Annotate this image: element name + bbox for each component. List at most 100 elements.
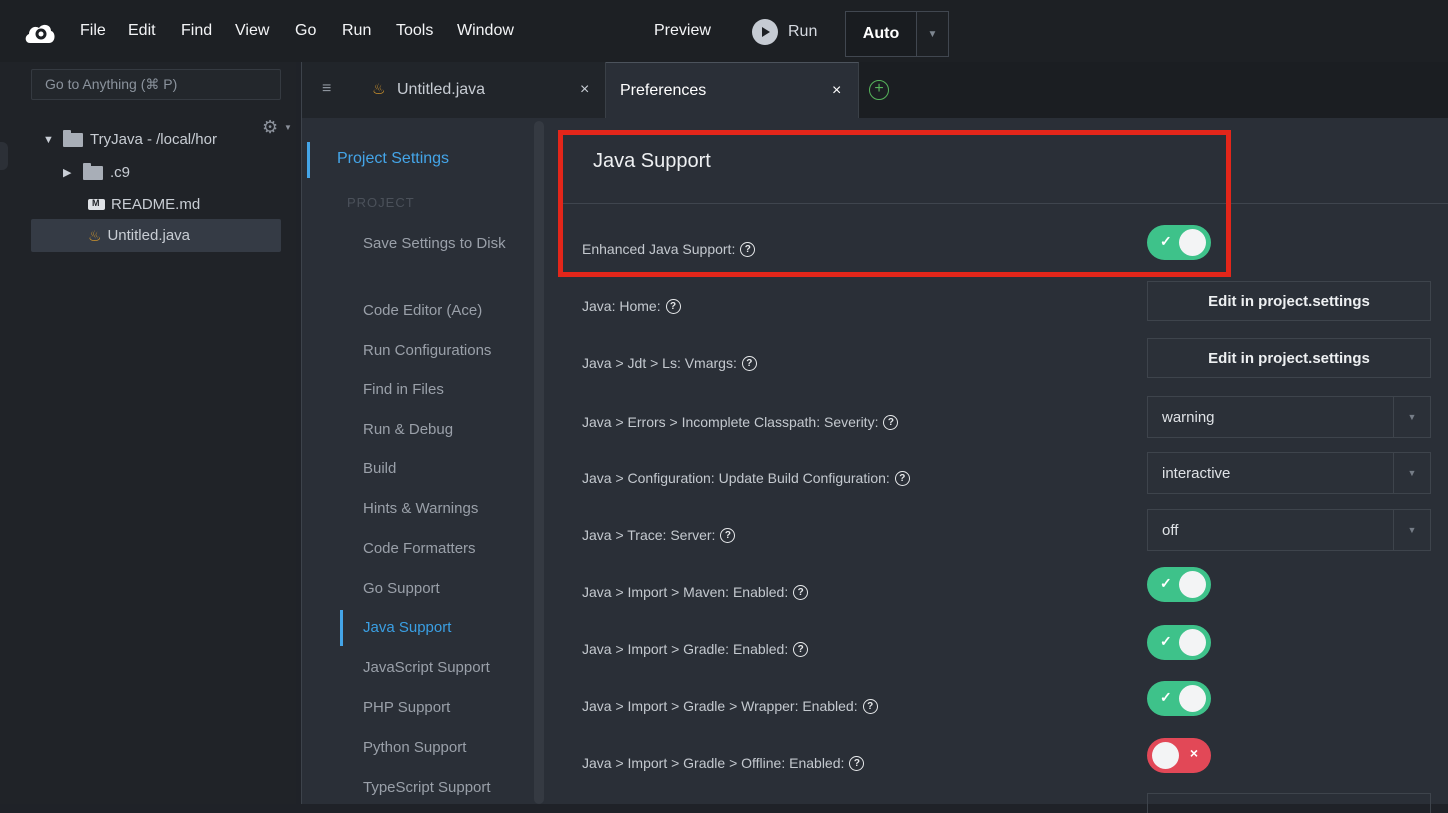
- help-icon[interactable]: ?: [793, 584, 809, 600]
- help-icon[interactable]: ?: [849, 755, 865, 771]
- help-icon[interactable]: ?: [665, 298, 681, 314]
- edit-vmargs-button[interactable]: Edit in project.settings: [1147, 338, 1431, 378]
- menu-bar: File Edit Find View Go Run Tools Window …: [0, 0, 1448, 62]
- nav-item-javascript-support[interactable]: JavaScript Support: [363, 655, 513, 681]
- tree-label: Untitled.java: [107, 227, 190, 244]
- nav-item-java-support[interactable]: Java Support: [363, 615, 513, 641]
- select-value: warning: [1162, 409, 1215, 426]
- menu-edit[interactable]: Edit: [128, 22, 156, 40]
- folder-icon: [83, 162, 103, 180]
- tree-label: README.md: [111, 196, 201, 213]
- nav-item-run-debug[interactable]: Run & Debug: [363, 417, 513, 443]
- tab-untitled-java[interactable]: ≡ ♨ Untitled.java ×: [302, 62, 606, 118]
- run-button[interactable]: Run: [752, 19, 817, 45]
- annotation-highlight-box: [558, 130, 1231, 277]
- nav-item-find-in-files[interactable]: Find in Files: [363, 377, 513, 403]
- tree-item-readme[interactable]: README.md: [88, 188, 200, 221]
- sidebar-toggle-handle[interactable]: [0, 142, 8, 170]
- java-file-icon: ♨: [372, 81, 386, 98]
- trace-server-select[interactable]: off ▼: [1147, 509, 1431, 551]
- nav-item-php-support[interactable]: PHP Support: [363, 695, 513, 721]
- setting-label-trace-server: Java > Trace: Server: ?: [582, 527, 736, 543]
- label-text: Java > Configuration: Update Build Confi…: [582, 470, 890, 486]
- label-text: Java > Import > Gradle > Wrapper: Enable…: [582, 698, 858, 714]
- nav-item-hints-warnings[interactable]: Hints & Warnings: [363, 496, 513, 522]
- label-text: Java > Import > Gradle: Enabled:: [582, 641, 789, 657]
- setting-label-update-build-config: Java > Configuration: Update Build Confi…: [582, 470, 910, 486]
- tree-item-untitled-java[interactable]: ♨ Untitled.java: [31, 219, 281, 252]
- menu-tools[interactable]: Tools: [396, 22, 433, 40]
- setting-label-java-home: Java: Home: ?: [582, 298, 681, 314]
- tab-label: Preferences: [620, 82, 707, 99]
- nav-item-go-support[interactable]: Go Support: [363, 576, 513, 602]
- close-icon[interactable]: ×: [580, 81, 589, 99]
- chevron-right-icon[interactable]: ▶: [63, 166, 83, 179]
- help-icon[interactable]: ?: [883, 414, 899, 430]
- tree-label: TryJava - /local/hor: [90, 131, 217, 148]
- nav-item-code-formatters[interactable]: Code Formatters: [363, 536, 513, 562]
- label-text: Java > Import > Maven: Enabled:: [582, 584, 789, 600]
- tab-label: Untitled.java: [397, 81, 486, 98]
- tab-preferences[interactable]: Preferences ×: [606, 62, 859, 118]
- tree-label: .c9: [110, 164, 131, 181]
- gear-icon[interactable]: ⚙: [262, 117, 278, 138]
- label-text: Java > Import > Gradle > Offline: Enable…: [582, 755, 845, 771]
- nav-item-save-settings[interactable]: Save Settings to Disk: [363, 231, 513, 257]
- close-icon: ×: [1189, 745, 1198, 761]
- setting-label-vmargs: Java > Jdt > Ls: Vmargs: ?: [582, 355, 757, 371]
- nav-item-code-editor[interactable]: Code Editor (Ace): [363, 298, 513, 324]
- toggle-gradle-wrapper[interactable]: ✓: [1147, 681, 1211, 716]
- toggle-gradle-enabled[interactable]: ✓: [1147, 625, 1211, 660]
- chevron-down-icon[interactable]: ▼: [1393, 510, 1430, 550]
- runner-value: Auto: [846, 12, 917, 56]
- file-sidebar: [0, 62, 296, 804]
- help-icon[interactable]: ?: [741, 355, 757, 371]
- check-icon: ✓: [1160, 633, 1172, 649]
- setting-label-classpath-severity: Java > Errors > Incomplete Classpath: Se…: [582, 414, 899, 430]
- go-to-anything-input[interactable]: Go to Anything (⌘ P): [31, 69, 281, 100]
- nav-item-python-support[interactable]: Python Support: [363, 735, 513, 761]
- nav-item-build[interactable]: Build: [363, 456, 513, 482]
- update-build-config-select[interactable]: interactive ▼: [1147, 452, 1431, 494]
- check-icon: ✓: [1160, 689, 1172, 705]
- chevron-down-icon[interactable]: ▼: [43, 134, 63, 146]
- nav-active-indicator: [340, 610, 343, 646]
- chevron-down-icon[interactable]: ▼: [1393, 453, 1430, 493]
- nav-item-typescript-support[interactable]: TypeScript Support: [363, 775, 513, 801]
- toggle-maven-enabled[interactable]: ✓: [1147, 567, 1211, 602]
- chevron-down-icon[interactable]: ▼: [1393, 397, 1430, 437]
- help-icon[interactable]: ?: [894, 470, 910, 486]
- tree-item-c9[interactable]: ▶ .c9: [63, 156, 130, 189]
- tree-item-project[interactable]: ▼ TryJava - /local/hor: [43, 123, 217, 156]
- menu-window[interactable]: Window: [457, 22, 514, 40]
- preview-button[interactable]: Preview: [654, 22, 711, 40]
- menu-icon[interactable]: ≡: [322, 80, 331, 98]
- menu-go[interactable]: Go: [295, 22, 316, 40]
- menu-view[interactable]: View: [235, 22, 269, 40]
- chevron-down-icon[interactable]: ▼: [917, 12, 948, 56]
- menu-find[interactable]: Find: [181, 22, 212, 40]
- toggle-knob: [1179, 629, 1206, 656]
- nav-scrollbar[interactable]: [534, 121, 544, 804]
- toggle-knob: [1152, 742, 1179, 769]
- edit-java-home-button[interactable]: Edit in project.settings: [1147, 281, 1431, 321]
- runner-select[interactable]: Auto ▼: [845, 11, 949, 57]
- toggle-gradle-offline[interactable]: ×: [1147, 738, 1211, 773]
- caret-down-icon[interactable]: ▼: [284, 123, 292, 132]
- label-text: Java > Trace: Server:: [582, 527, 716, 543]
- nav-item-run-configurations[interactable]: Run Configurations: [363, 338, 513, 364]
- nav-header-indicator: [307, 142, 310, 178]
- help-icon[interactable]: ?: [793, 641, 809, 657]
- menu-run[interactable]: Run: [342, 22, 371, 40]
- classpath-severity-select[interactable]: warning ▼: [1147, 396, 1431, 438]
- label-text: Java: Home:: [582, 298, 661, 314]
- next-setting-control[interactable]: [1147, 793, 1431, 813]
- menu-file[interactable]: File: [80, 22, 106, 40]
- cloud9-logo-icon[interactable]: [24, 21, 56, 47]
- java-file-icon: ♨: [88, 227, 102, 245]
- nav-header-project-settings[interactable]: Project Settings: [337, 150, 449, 168]
- add-tab-icon[interactable]: +: [869, 80, 889, 100]
- help-icon[interactable]: ?: [862, 698, 878, 714]
- close-icon[interactable]: ×: [832, 82, 841, 100]
- help-icon[interactable]: ?: [720, 527, 736, 543]
